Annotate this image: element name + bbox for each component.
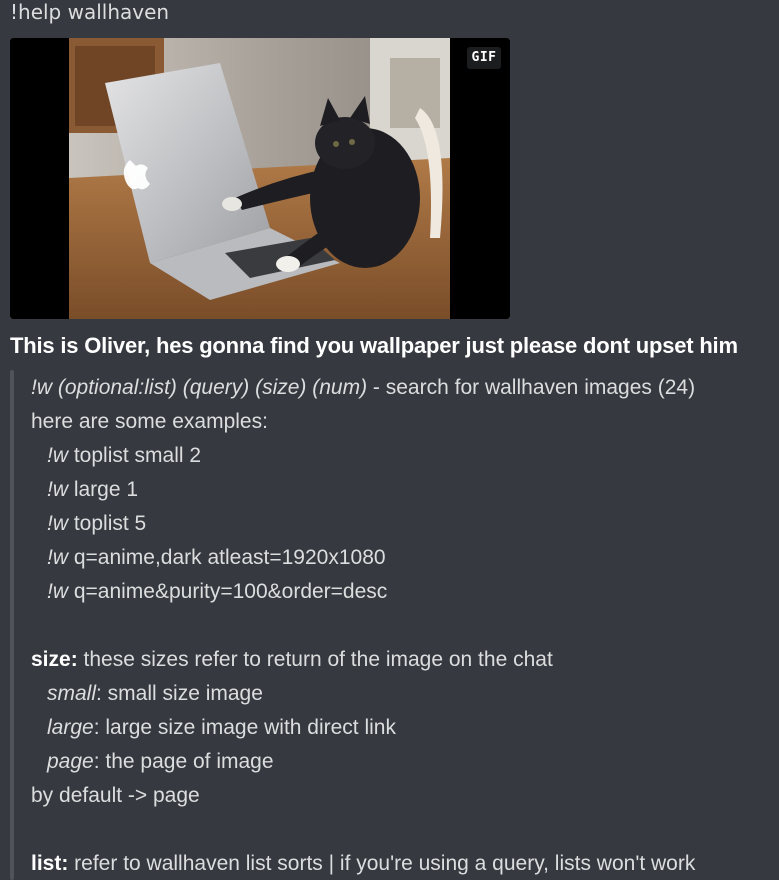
size-default: by default -> page [31,784,200,807]
example-text: q=anime&purity=100&order=desc [68,580,388,603]
size-option-text: : large size image with direct link [93,716,396,739]
size-line: size: these sizes refer to return of the… [31,643,695,677]
example-prefix: !w [47,444,68,467]
list-text: refer to wallhaven list sorts | if you'r… [68,852,696,875]
example-text: large 1 [68,478,139,501]
example-prefix: !w [47,580,68,603]
example-item: !w toplist 5 [31,507,695,541]
example-item: !w q=anime&purity=100&order=desc [31,575,695,609]
examples-header: here are some examples: [31,410,268,433]
size-option: page: the page of image [31,745,695,779]
example-prefix: !w [47,546,68,569]
embed-description: !w (optional:list) (query) (size) (num) … [31,371,695,880]
size-option-name: small [47,682,97,705]
gif-attachment[interactable]: GIF [10,38,510,319]
size-option: large: large size image with direct link [31,711,695,745]
size-option-name: large [47,716,94,739]
size-text: these sizes refer to return of the image… [77,648,553,671]
size-option-text: : the page of image [93,750,274,773]
usage-args: (optional:list) (query) (size) (num) [57,376,368,399]
example-prefix: !w [47,512,68,535]
example-item: !w toplist small 2 [31,439,695,473]
size-option: small: small size image [31,677,695,711]
cat-typing-gif-image [10,38,510,319]
embed-quote-bar [10,370,14,880]
example-item: !w q=anime,dark atleast=1920x1080 [31,541,695,575]
size-option-name: page [47,750,94,773]
list-label: list: [31,852,69,875]
example-text: q=anime,dark atleast=1920x1080 [68,546,386,569]
example-item: !w large 1 [31,473,695,507]
size-option-text: : small size image [96,682,263,705]
command-message-text: !help wallhaven [10,0,170,24]
example-text: toplist small 2 [68,444,202,467]
usage-prefix: !w [31,376,52,399]
embed-title: This is Oliver, hes gonna find you wallp… [10,333,738,358]
usage-line: !w (optional:list) (query) (size) (num) … [31,371,695,405]
usage-description: - search for wallhaven images (24) [367,376,696,399]
list-line: list: refer to wallhaven list sorts | if… [31,847,695,880]
gif-badge: GIF [467,47,501,69]
example-prefix: !w [47,478,68,501]
example-text: toplist 5 [68,512,147,535]
size-label: size: [31,648,78,671]
chat-message: !help wallhaven GIF This is Oliver, hes … [0,0,779,880]
